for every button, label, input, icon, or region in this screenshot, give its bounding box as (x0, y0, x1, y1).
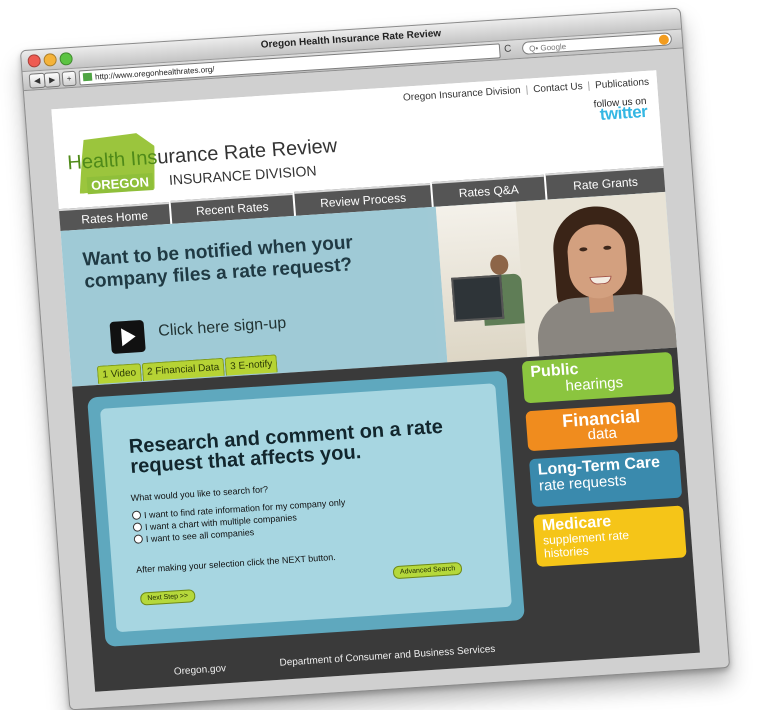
browser-viewport: Oregon Insurance Division | Contact Us | Pub… (23, 48, 730, 710)
twitter-logo: twitter (599, 101, 648, 124)
advanced-search-button[interactable]: Advanced Search (392, 561, 463, 580)
follow-twitter[interactable]: follow us on twitter (593, 96, 648, 124)
link-publications[interactable]: Publications (595, 77, 650, 91)
hero-headline: Want to be notified when your company fi… (81, 232, 354, 293)
panel-headline: Research and comment on a rate request t… (128, 415, 444, 478)
photo-woman (528, 202, 677, 357)
footer-dcbs[interactable]: Department of Consumer and Business Serv… (279, 644, 496, 669)
link-separator: | (587, 80, 591, 92)
radio-button[interactable] (133, 534, 144, 544)
radio-button[interactable] (131, 510, 142, 520)
photo-monitor (451, 274, 505, 322)
lower-section: Research and comment on a rate request t… (72, 347, 700, 692)
link-contact-us[interactable]: Contact Us (533, 81, 583, 95)
radio-button[interactable] (132, 522, 143, 532)
web-page: Oregon Insurance Division | Contact Us | Pub… (51, 70, 700, 692)
search-placeholder: Google (540, 42, 567, 53)
signup-link[interactable]: Click here sign-up (158, 315, 287, 341)
tab-video[interactable]: 1 Video (96, 363, 142, 384)
add-bookmark-button[interactable]: + (61, 70, 77, 87)
footer-oregon-gov[interactable]: Oregon.gov (173, 663, 226, 677)
screenshot: Oregon Health Insurance Rate Review ◀ ▶ … (0, 0, 768, 710)
search-panel: Research and comment on a rate request t… (87, 370, 525, 647)
hero-photo (435, 191, 677, 363)
oregon-label: OREGON (86, 172, 154, 195)
next-instruction: After making your selection click the NE… (135, 551, 337, 575)
link-insurance-division[interactable]: Oregon Insurance Division (403, 85, 521, 104)
search-prefix: Q• (528, 43, 539, 54)
favicon-icon (82, 72, 93, 82)
browser-window: Oregon Health Insurance Rate Review ◀ ▶ … (19, 7, 731, 710)
play-icon[interactable] (109, 319, 146, 354)
tab-e-notify[interactable]: 3 E-notify (224, 354, 278, 376)
link-separator: | (525, 84, 529, 96)
reload-icon[interactable]: C (504, 44, 512, 55)
next-step-button[interactable]: Next Step >> (139, 589, 196, 606)
public-hearings-button[interactable]: Public hearings (521, 351, 675, 404)
forward-button[interactable]: ▶ (43, 71, 61, 88)
search-question: What would you like to search for? (130, 484, 269, 504)
search-panel-inner: Research and comment on a rate request t… (99, 383, 512, 633)
snapback-icon[interactable] (658, 34, 670, 46)
medicare-button[interactable]: Medicare supplement rate histories (533, 505, 687, 567)
long-term-care-button[interactable]: Long-Term Care rate requests (528, 449, 683, 508)
financial-data-button[interactable]: Financial data (525, 401, 679, 452)
